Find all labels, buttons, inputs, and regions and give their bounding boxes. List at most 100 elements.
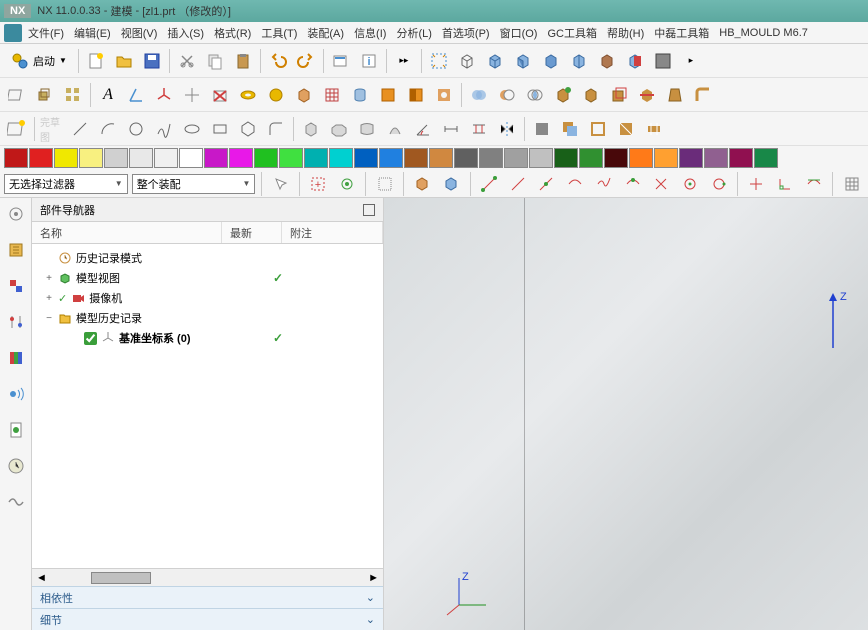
- tree-row-cameras[interactable]: + ✓ 摄像机: [32, 288, 383, 308]
- paste-button[interactable]: [230, 48, 256, 74]
- ellipse-button[interactable]: [179, 116, 205, 142]
- point-button[interactable]: [179, 82, 205, 108]
- menu-edit[interactable]: 编辑(E): [70, 23, 115, 43]
- copy-button[interactable]: [202, 48, 228, 74]
- layer-btn5[interactable]: [641, 116, 667, 142]
- accordion-dependency[interactable]: 相依性 ⌄: [32, 586, 383, 608]
- snap-pt1[interactable]: [477, 171, 502, 197]
- snap-pt4[interactable]: [563, 171, 588, 197]
- sidebar-nav[interactable]: [4, 238, 28, 262]
- color-swatch[interactable]: [504, 148, 528, 168]
- menu-window[interactable]: 窗口(O): [496, 23, 542, 43]
- menu-gc[interactable]: GC工具箱: [543, 23, 601, 43]
- sketch-button[interactable]: [4, 116, 30, 142]
- color-swatch[interactable]: [604, 148, 628, 168]
- iso4-button[interactable]: [566, 48, 592, 74]
- color-swatch[interactable]: [404, 148, 428, 168]
- fillet-button[interactable]: [263, 116, 289, 142]
- start-app-icon[interactable]: [4, 24, 22, 42]
- snap-pt5[interactable]: [591, 171, 616, 197]
- menu-hb[interactable]: HB_MOULD M6.7: [715, 25, 812, 41]
- axis-button[interactable]: [123, 82, 149, 108]
- color-swatch[interactable]: [379, 148, 403, 168]
- color-swatch[interactable]: [254, 148, 278, 168]
- tree-row-history-mode[interactable]: 历史记录模式: [32, 248, 383, 268]
- menu-zh[interactable]: 中磊工具箱: [650, 23, 713, 43]
- torus-button[interactable]: [235, 82, 261, 108]
- sidebar-wave[interactable]: [4, 490, 28, 514]
- color-swatch[interactable]: [204, 148, 228, 168]
- sidebar-doc[interactable]: [4, 418, 28, 442]
- sidebar-history[interactable]: [4, 454, 28, 478]
- sel1-button[interactable]: [268, 171, 293, 197]
- snap-pt7[interactable]: [649, 171, 674, 197]
- viewport-3d[interactable]: Z Z: [384, 198, 868, 630]
- section-button[interactable]: [622, 48, 648, 74]
- open-button[interactable]: [111, 48, 137, 74]
- constraint-button[interactable]: [466, 116, 492, 142]
- cylinder-button[interactable]: [347, 82, 373, 108]
- tree-row-model-views[interactable]: + 模型视图 ✓: [32, 268, 383, 288]
- snap-tan[interactable]: [802, 171, 827, 197]
- layer-color-button[interactable]: [650, 48, 676, 74]
- box-half-button[interactable]: [403, 82, 429, 108]
- undo-button[interactable]: [265, 48, 291, 74]
- iso3-button[interactable]: [538, 48, 564, 74]
- datum-plane-button[interactable]: [4, 82, 30, 108]
- body4-button[interactable]: [382, 116, 408, 142]
- col-name[interactable]: 名称: [32, 222, 222, 243]
- color-swatch[interactable]: [304, 148, 328, 168]
- edge-blend-button[interactable]: [690, 82, 716, 108]
- color-swatch[interactable]: [179, 148, 203, 168]
- color-swatch[interactable]: [529, 148, 553, 168]
- cut-button[interactable]: [174, 48, 200, 74]
- save-button[interactable]: [139, 48, 165, 74]
- sidebar-books[interactable]: [4, 346, 28, 370]
- color-swatch[interactable]: [429, 148, 453, 168]
- snap-cube1[interactable]: [410, 171, 435, 197]
- color-swatch[interactable]: [629, 148, 653, 168]
- menu-assembly[interactable]: 装配(A): [303, 23, 348, 43]
- menu-view[interactable]: 视图(V): [117, 23, 162, 43]
- color-swatch[interactable]: [54, 148, 78, 168]
- mirror-curve-button[interactable]: [494, 116, 520, 142]
- menu-help[interactable]: 帮助(H): [603, 23, 648, 43]
- split-button[interactable]: [634, 82, 660, 108]
- box-orange-button[interactable]: [375, 82, 401, 108]
- zoom-button[interactable]: [454, 48, 480, 74]
- accordion-details[interactable]: 细节 ⌄: [32, 608, 383, 630]
- color-swatch[interactable]: [129, 148, 153, 168]
- start-button[interactable]: 启动 ▼: [4, 48, 74, 74]
- menu-tools[interactable]: 工具(T): [257, 23, 301, 43]
- body3-button[interactable]: [354, 116, 380, 142]
- color-swatch[interactable]: [454, 148, 478, 168]
- color-swatch[interactable]: [329, 148, 353, 168]
- h-scrollbar[interactable]: ◄►: [32, 568, 383, 586]
- fit-button[interactable]: [426, 48, 452, 74]
- grid-button[interactable]: [839, 171, 864, 197]
- snap-pt6[interactable]: [620, 171, 645, 197]
- sidebar-assembly[interactable]: [4, 274, 28, 298]
- color-swatch[interactable]: [104, 148, 128, 168]
- new-button[interactable]: [83, 48, 109, 74]
- trim-button[interactable]: [578, 82, 604, 108]
- sel4-button[interactable]: [372, 171, 397, 197]
- unite-button[interactable]: [466, 82, 492, 108]
- snap-cross[interactable]: [744, 171, 769, 197]
- body1-button[interactable]: [298, 116, 324, 142]
- color-swatch[interactable]: [354, 148, 378, 168]
- intersect-button[interactable]: [522, 82, 548, 108]
- color-swatch[interactable]: [479, 148, 503, 168]
- polygon-button[interactable]: [235, 116, 261, 142]
- layer-btn4[interactable]: [613, 116, 639, 142]
- snap-pt2[interactable]: [505, 171, 530, 197]
- sidebar-constraint[interactable]: [4, 310, 28, 334]
- color-swatch[interactable]: [229, 148, 253, 168]
- color-swatch[interactable]: [679, 148, 703, 168]
- menu-info[interactable]: 信息(I): [350, 23, 390, 43]
- block-iso-button[interactable]: [291, 82, 317, 108]
- color-swatch[interactable]: [29, 148, 53, 168]
- filter-combo[interactable]: 无选择过滤器▼: [4, 174, 128, 194]
- scope-combo[interactable]: 整个装配▼: [132, 174, 256, 194]
- color-swatch[interactable]: [279, 148, 303, 168]
